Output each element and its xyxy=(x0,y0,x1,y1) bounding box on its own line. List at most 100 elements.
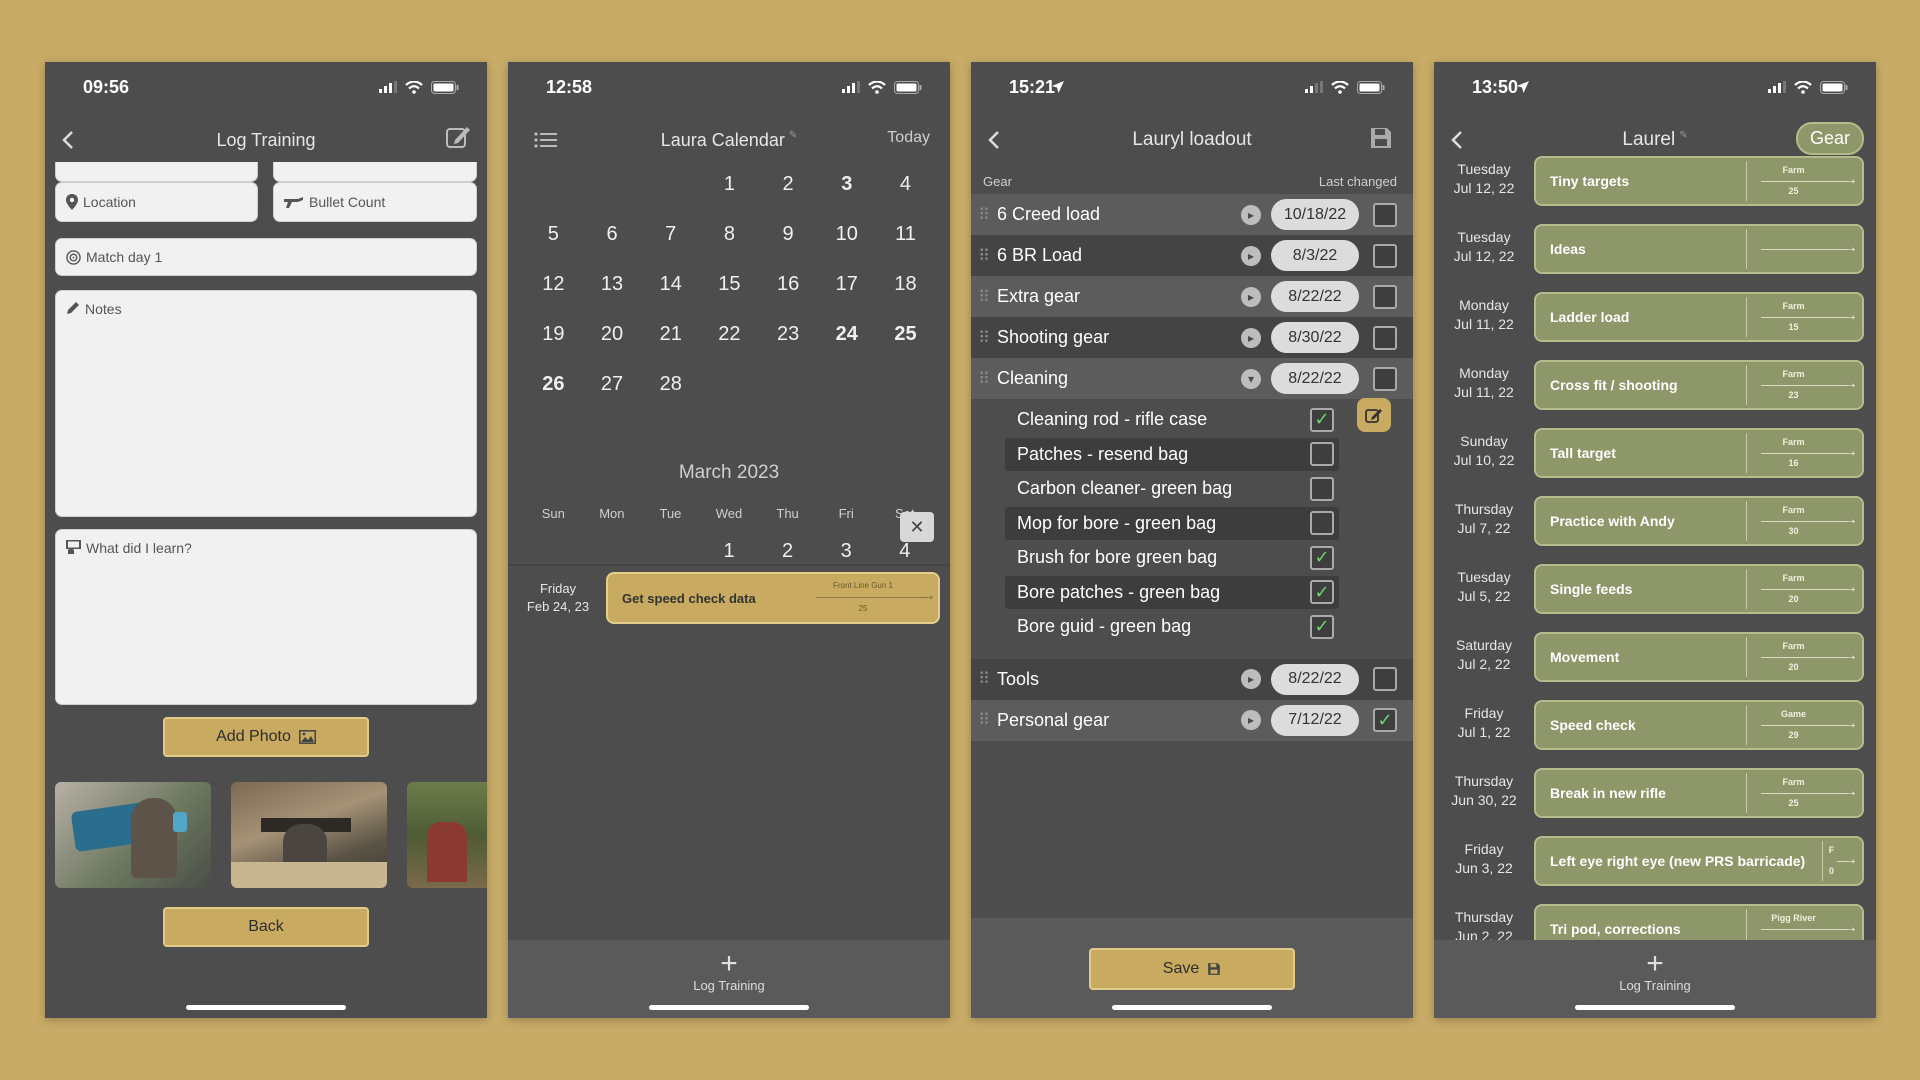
edit-icon[interactable] xyxy=(443,122,473,152)
training-card[interactable]: Tri pod, corrections Pigg River → xyxy=(1534,904,1864,940)
group-checkbox[interactable] xyxy=(1373,325,1397,350)
calendar-day[interactable]: 2 xyxy=(758,538,817,560)
chevron-right-icon[interactable]: ▸ xyxy=(1241,669,1261,689)
calendar-day[interactable]: 12 xyxy=(524,265,583,315)
calendar-day[interactable]: 7 xyxy=(641,215,700,265)
notes-textarea[interactable]: Notes xyxy=(55,290,477,517)
gear-group-row[interactable]: ⠿ Tools ▸ 8/22/22 xyxy=(971,658,1413,700)
item-checkbox[interactable]: ✓ xyxy=(1310,407,1334,432)
item-checkbox[interactable] xyxy=(1310,476,1334,501)
hidden-field-1[interactable] xyxy=(55,162,258,182)
drag-handle-icon[interactable]: ⠿ xyxy=(971,669,997,689)
calendar-day[interactable]: 25 xyxy=(876,315,935,365)
event-card[interactable]: Get speed check data Front Line Gun 1 → … xyxy=(606,572,940,624)
hidden-field-2[interactable] xyxy=(273,162,477,182)
gear-button[interactable]: Gear xyxy=(1795,122,1864,155)
gear-group-row[interactable]: ⠿ Shooting gear ▸ 8/30/22 xyxy=(971,317,1413,358)
chevron-right-icon[interactable]: ▸ xyxy=(1241,204,1261,225)
chevron-right-icon[interactable]: ▸ xyxy=(1241,710,1261,730)
calendar-day[interactable]: 15 xyxy=(700,265,759,315)
calendar-day[interactable]: 20 xyxy=(583,315,642,365)
calendar-day[interactable]: 22 xyxy=(700,315,759,365)
calendar-day[interactable]: 27 xyxy=(583,365,642,415)
gear-group-row[interactable]: ⠿ Extra gear ▸ 8/22/22 xyxy=(971,276,1413,317)
add-photo-button[interactable]: Add Photo xyxy=(163,717,369,757)
gear-item-row[interactable]: Brush for bore green bag ✓ xyxy=(1005,541,1339,574)
gear-item-row[interactable]: Cleaning rod - rifle case ✓ xyxy=(1005,403,1339,436)
gear-item-row[interactable]: Carbon cleaner- green bag xyxy=(1005,472,1339,505)
learned-textarea[interactable]: What did I learn? xyxy=(55,529,477,705)
calendar-day[interactable]: 26 xyxy=(524,365,583,415)
training-card[interactable]: Cross fit / shooting Farm → 23 xyxy=(1534,360,1864,410)
calendar-day[interactable]: 3 xyxy=(817,165,876,215)
back-chevron-icon[interactable] xyxy=(55,126,83,154)
calendar-day[interactable]: 2 xyxy=(759,165,818,215)
group-checkbox[interactable] xyxy=(1373,366,1397,391)
calendar-day[interactable]: 21 xyxy=(641,315,700,365)
calendar-day[interactable]: 4 xyxy=(876,165,935,215)
group-checkbox[interactable]: ✓ xyxy=(1373,708,1397,732)
gear-item-row[interactable]: Patches - resend bag xyxy=(1005,437,1339,471)
calendar-day[interactable]: 28 xyxy=(641,365,700,415)
drag-handle-icon[interactable]: ⠿ xyxy=(971,328,997,348)
training-card[interactable]: Break in new rifle Farm → 25 xyxy=(1534,768,1864,818)
today-button[interactable]: Today xyxy=(887,129,930,147)
calendar-day[interactable]: 14 xyxy=(641,265,700,315)
calendar-day[interactable]: 10 xyxy=(817,215,876,265)
calendar-day[interactable]: 18 xyxy=(876,265,935,315)
page-title[interactable]: Laurel xyxy=(1622,129,1675,151)
calendar-day[interactable]: 3 xyxy=(817,538,876,560)
edit-title-icon[interactable]: ✎ xyxy=(1679,130,1687,141)
calendar-day[interactable]: 17 xyxy=(817,265,876,315)
item-checkbox[interactable]: ✓ xyxy=(1310,580,1334,604)
drag-handle-icon[interactable]: ⠿ xyxy=(971,369,997,389)
calendar-day[interactable]: 24 xyxy=(817,315,876,365)
drag-handle-icon[interactable]: ⠿ xyxy=(971,710,997,730)
edit-title-icon[interactable]: ✎ xyxy=(789,130,797,141)
photo-thumbnail[interactable] xyxy=(407,782,487,888)
gear-group-row[interactable]: ⠿ 6 BR Load ▸ 8/3/22 xyxy=(971,235,1413,276)
training-card[interactable]: Ideas → xyxy=(1534,224,1864,274)
photo-thumbnail[interactable] xyxy=(231,782,387,888)
gear-group-row[interactable]: ⠿ Cleaning ▾ 8/22/22 xyxy=(971,358,1413,399)
gear-group-row[interactable]: ⠿ 6 Creed load ▸ 10/18/22 xyxy=(971,194,1413,235)
training-card[interactable]: Speed check Game → 29 xyxy=(1534,700,1864,750)
group-checkbox[interactable] xyxy=(1373,243,1397,268)
chevron-right-icon[interactable]: ▸ xyxy=(1241,327,1261,348)
save-disk-icon[interactable] xyxy=(1369,126,1393,150)
back-chevron-icon[interactable] xyxy=(1444,126,1472,154)
bullet-count-input[interactable]: Bullet Count xyxy=(273,182,477,222)
session-name-input[interactable]: Match day 1 xyxy=(55,238,477,276)
drag-handle-icon[interactable]: ⠿ xyxy=(971,205,997,225)
drag-handle-icon[interactable]: ⠿ xyxy=(971,246,997,266)
calendar-day[interactable]: 13 xyxy=(583,265,642,315)
calendar-day[interactable]: 19 xyxy=(524,315,583,365)
group-checkbox[interactable] xyxy=(1373,202,1397,227)
gear-group-row[interactable]: ⠿ Personal gear ▸ 7/12/22 ✓ xyxy=(971,699,1413,741)
back-button[interactable]: Back xyxy=(163,907,369,947)
item-checkbox[interactable]: ✓ xyxy=(1310,614,1334,639)
calendar-day[interactable]: 16 xyxy=(759,265,818,315)
calendar-day[interactable]: 9 xyxy=(759,215,818,265)
training-card[interactable]: Practice with Andy Farm → 30 xyxy=(1534,496,1864,546)
item-checkbox[interactable] xyxy=(1310,511,1334,535)
calendar-day[interactable]: 23 xyxy=(759,315,818,365)
training-card[interactable]: Single feeds Farm → 20 xyxy=(1534,564,1864,614)
group-checkbox[interactable] xyxy=(1373,284,1397,309)
training-card[interactable]: Movement Farm → 20 xyxy=(1534,632,1864,682)
page-title[interactable]: Laura Calendar xyxy=(661,130,785,151)
chevron-right-icon[interactable]: ▸ xyxy=(1241,245,1261,266)
calendar-day[interactable]: 1 xyxy=(700,538,759,560)
location-input[interactable]: Location xyxy=(55,182,258,222)
calendar-day[interactable]: 1 xyxy=(700,165,759,215)
calendar-day[interactable]: 8 xyxy=(700,215,759,265)
training-card[interactable]: Ladder load Farm → 15 xyxy=(1534,292,1864,342)
close-icon[interactable]: ✕ xyxy=(900,512,934,542)
training-card[interactable]: Tiny targets Farm → 25 xyxy=(1534,156,1864,206)
chevron-right-icon[interactable]: ▸ xyxy=(1241,286,1261,307)
back-chevron-icon[interactable] xyxy=(981,126,1009,154)
training-card[interactable]: Left eye right eye (new PRS barricade) F →… xyxy=(1534,836,1864,886)
list-menu-icon[interactable] xyxy=(532,126,560,154)
drag-handle-icon[interactable]: ⠿ xyxy=(971,287,997,307)
gear-item-row[interactable]: Bore guid - green bag ✓ xyxy=(1005,610,1339,643)
